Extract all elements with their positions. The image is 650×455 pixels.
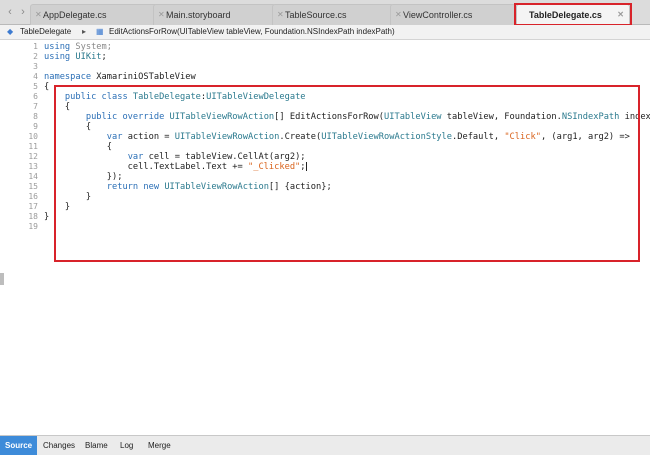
breadcrumb-method[interactable]: EditActionsForRow(UITableView tableView,…	[109, 25, 395, 39]
line-number: 14	[28, 172, 38, 181]
view-switcher-bar: Source Changes Blame Log Merge	[0, 435, 650, 455]
line-number: 5	[33, 82, 38, 91]
line-number: 13	[28, 162, 38, 171]
tab-appdelegate[interactable]: ✕ AppDelegate.cs	[30, 4, 158, 25]
close-icon[interactable]: ✕	[35, 5, 42, 25]
code-token: namespace	[44, 72, 92, 82]
tab-label: AppDelegate.cs	[43, 10, 107, 20]
code-editor[interactable]: 1 using System; 2 using UIKit; 3 4 namespace X…	[0, 40, 650, 435]
code-highlight-box	[54, 85, 640, 262]
class-icon: ◆	[7, 27, 14, 36]
code-line[interactable]: {	[44, 82, 49, 92]
line-number: 6	[33, 92, 38, 101]
line-number: 17	[28, 202, 38, 211]
gutter-marker	[0, 273, 4, 285]
code-token: ;	[101, 52, 107, 62]
line-number: 2	[33, 52, 38, 61]
code-token: UIKit	[70, 52, 102, 62]
close-icon[interactable]: ✕	[277, 5, 284, 25]
back-arrow-icon[interactable]: ‹	[5, 6, 15, 18]
tab-label: ViewController.cs	[403, 10, 473, 20]
method-icon: ▦	[96, 27, 104, 36]
line-number: 7	[33, 102, 38, 111]
line-number: 15	[28, 182, 38, 191]
breadcrumb: ◆ TableDelegate ▸ ▦ EditActionsForRow(UI…	[0, 25, 650, 40]
tab-changes[interactable]: Changes	[43, 436, 75, 455]
line-number: 11	[28, 142, 38, 151]
line-number: 8	[33, 112, 38, 121]
close-icon[interactable]: ✕	[158, 5, 165, 25]
tab-label: TableSource.cs	[285, 10, 347, 20]
line-number: 1	[33, 42, 38, 51]
tab-source[interactable]: Source	[0, 436, 38, 455]
code-token: {	[44, 82, 50, 92]
line-number: 18	[28, 212, 38, 221]
tab-blame[interactable]: Blame	[85, 436, 108, 455]
code-line[interactable]: using System;	[44, 42, 112, 52]
document-tab-bar: ‹ › ✕ AppDelegate.cs ✕ Main.storyboard ✕…	[0, 0, 650, 26]
breadcrumb-class[interactable]: TableDelegate	[20, 25, 71, 39]
tab-label: Main.storyboard	[166, 10, 231, 20]
line-number: 16	[28, 192, 38, 201]
tab-viewcontroller[interactable]: ✕ ViewController.cs	[390, 4, 516, 25]
tab-merge[interactable]: Merge	[148, 436, 171, 455]
line-number: 10	[28, 132, 38, 141]
line-number: 9	[33, 122, 38, 131]
line-number: 19	[28, 222, 38, 231]
code-token: System;	[70, 42, 112, 52]
active-tab-highlight	[514, 3, 632, 26]
code-token: }	[44, 212, 50, 222]
code-line[interactable]: using UIKit;	[44, 52, 107, 62]
line-number: 4	[33, 72, 38, 81]
code-token: using	[44, 42, 71, 52]
forward-arrow-icon[interactable]: ›	[18, 6, 28, 18]
code-token: XamariniOSTableView	[91, 72, 196, 82]
code-line[interactable]: }	[44, 212, 49, 222]
tab-log[interactable]: Log	[120, 436, 133, 455]
line-number: 3	[33, 62, 38, 71]
code-line[interactable]: namespace XamariniOSTableView	[44, 72, 196, 82]
tab-main-storyboard[interactable]: ✕ Main.storyboard	[153, 4, 276, 25]
code-token: using	[44, 52, 71, 62]
tab-tablesource[interactable]: ✕ TableSource.cs	[272, 4, 394, 25]
line-number: 12	[28, 152, 38, 161]
breadcrumb-separator-icon: ▸	[82, 27, 87, 36]
close-icon[interactable]: ✕	[395, 5, 402, 25]
